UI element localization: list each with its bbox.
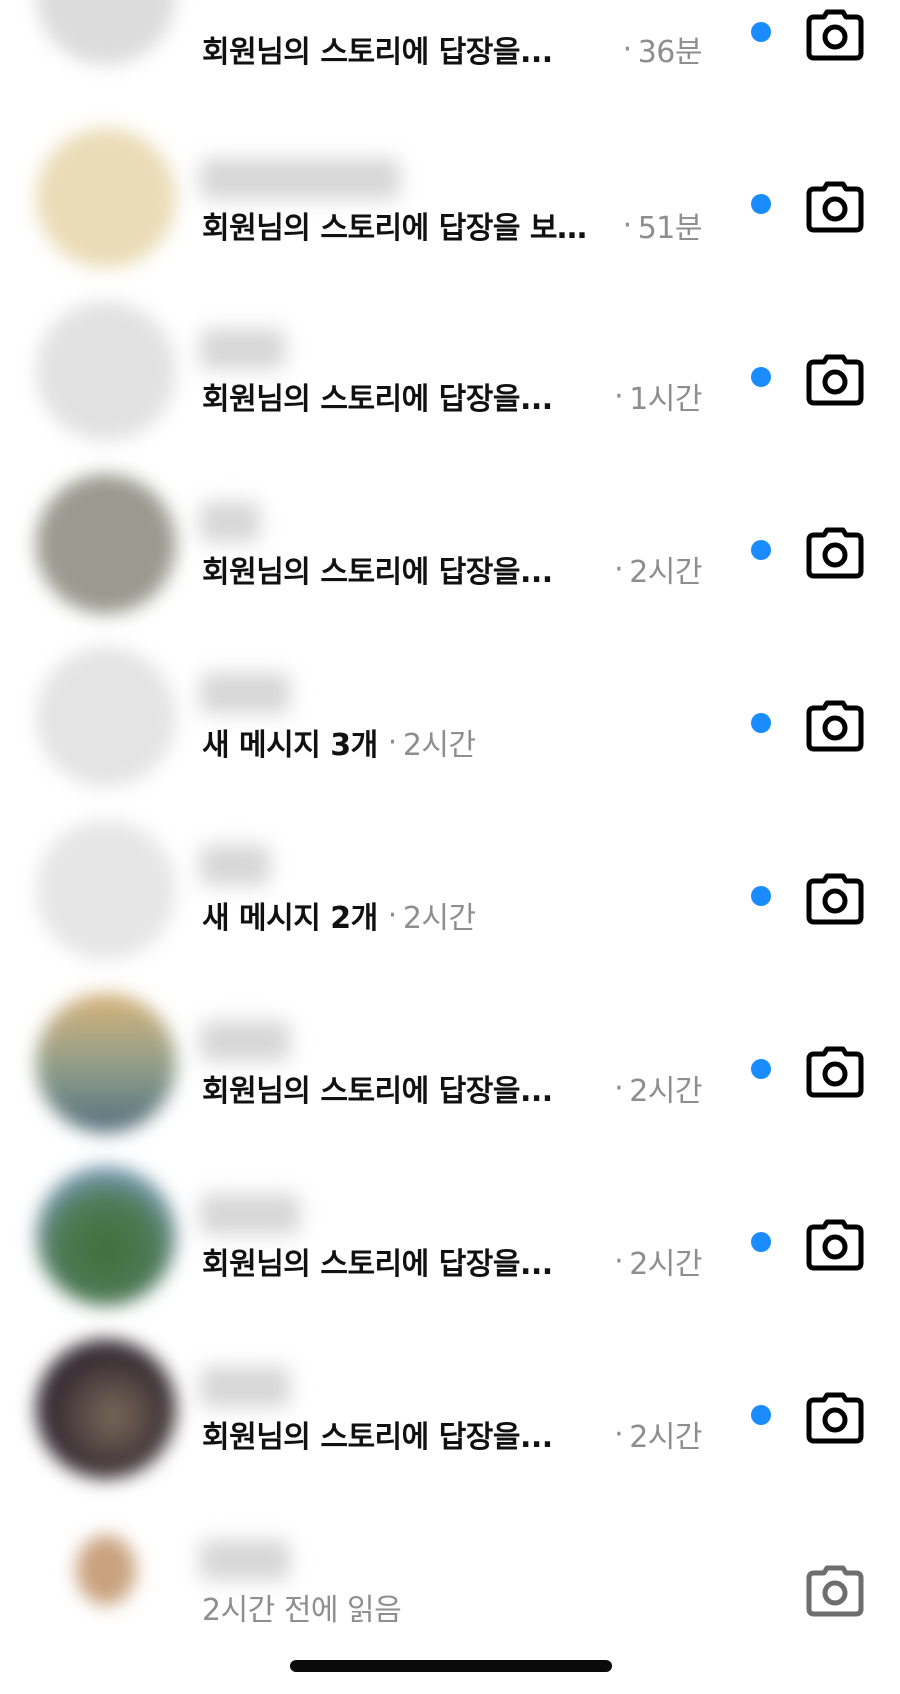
avatar[interactable] [36, 993, 176, 1133]
unread-dot [751, 886, 771, 906]
camera-icon[interactable] [806, 1392, 864, 1444]
message-preview: 새 메시지 3개 [202, 728, 378, 763]
camera-icon[interactable] [806, 873, 864, 925]
message-preview: 회원님의 스토리에 답장을... [202, 555, 553, 590]
message-preview-line: 회원님의 스토리에 답장을... · 2시간 [202, 1063, 702, 1113]
message-preview-line: 회원님의 스토리에 답장을... · 2시간 [202, 544, 702, 594]
unread-dot [751, 540, 771, 560]
message-preview: 회원님의 스토리에 답장을... [202, 1247, 553, 1282]
unread-dot [751, 1405, 771, 1425]
avatar[interactable] [76, 1535, 136, 1605]
message-preview: 회원님의 스토리에 답장을... [202, 382, 553, 417]
camera-icon[interactable] [806, 181, 864, 233]
avatar[interactable] [36, 474, 176, 614]
username-blurred [200, 1194, 300, 1234]
unread-dot [751, 1059, 771, 1079]
conversation-list: 회원님의 스토리에 답장을... · 36분 회원님의 스토리에 답장을 보… ·… [0, 0, 900, 1694]
avatar[interactable] [36, 820, 176, 960]
username-blurred [200, 673, 290, 713]
camera-icon[interactable] [806, 354, 864, 406]
separator: · [614, 551, 624, 587]
timestamp: 36분 [637, 35, 703, 70]
separator: · [622, 207, 633, 243]
username-blurred [200, 502, 260, 542]
avatar[interactable] [36, 1339, 176, 1479]
conversation-row[interactable]: 새 메시지 2개 · 2시간 [0, 813, 900, 986]
avatar[interactable] [36, 647, 176, 787]
avatar[interactable] [36, 301, 176, 441]
separator: · [614, 1416, 624, 1452]
message-preview-line: 회원님의 스토리에 답장을... · 2시간 [202, 1409, 702, 1459]
separator: · [622, 31, 633, 67]
conversation-row[interactable]: 회원님의 스토리에 답장을... · 2시간 [0, 1159, 900, 1332]
separator: · [387, 724, 398, 760]
avatar[interactable] [36, 0, 176, 65]
timestamp: 2시간 [402, 728, 476, 763]
conversation-row[interactable]: 회원님의 스토리에 답장을... · 1시간 [0, 294, 900, 467]
conversation-row[interactable]: 회원님의 스토리에 답장을... · 2시간 [0, 1332, 900, 1505]
avatar[interactable] [36, 1166, 176, 1306]
message-preview: 회원님의 스토리에 답장을 보… [202, 211, 587, 246]
message-preview-line: 회원님의 스토리에 답장을... · 2시간 [202, 1236, 702, 1286]
unread-dot [751, 22, 771, 42]
message-preview: 회원님의 스토리에 답장을... [202, 1420, 553, 1455]
username-blurred [200, 159, 400, 199]
username-blurred [200, 845, 270, 885]
conversation-row[interactable]: 회원님의 스토리에 답장을... · 36분 [0, 0, 900, 84]
separator: · [387, 897, 398, 933]
camera-icon[interactable] [806, 9, 864, 61]
message-preview-line: 새 메시지 2개 · 2시간 [202, 890, 722, 940]
separator: · [614, 1070, 624, 1106]
separator: · [614, 378, 624, 414]
unread-dot [751, 713, 771, 733]
username-blurred [200, 1367, 290, 1407]
separator: · [614, 1243, 624, 1279]
timestamp: 2시간 [629, 1247, 702, 1282]
unread-dot [751, 194, 771, 214]
timestamp: 2시간 [402, 901, 476, 936]
camera-icon[interactable] [806, 1219, 864, 1271]
message-preview-line: 새 메시지 3개 · 2시간 [202, 717, 722, 767]
timestamp: 2시간 [629, 1074, 702, 1109]
camera-icon[interactable] [806, 700, 864, 752]
conversation-row[interactable]: 회원님의 스토리에 답장을... · 2시간 [0, 467, 900, 640]
timestamp: 2시간 [629, 555, 702, 590]
message-preview-line: 회원님의 스토리에 답장을... · 36분 [202, 24, 703, 74]
avatar[interactable] [36, 128, 176, 268]
unread-dot [751, 1232, 771, 1252]
conversation-row[interactable]: 회원님의 스토리에 답장을 보… · 51분 [0, 121, 900, 294]
username-blurred [200, 329, 285, 369]
home-indicator[interactable] [290, 1660, 612, 1672]
username-blurred [200, 1540, 290, 1580]
read-status: 2시간 전에 읽음 [202, 1593, 402, 1628]
message-preview: 회원님의 스토리에 답장을... [202, 1074, 553, 1109]
conversation-row[interactable]: 새 메시지 3개 · 2시간 [0, 640, 900, 813]
timestamp: 51분 [637, 211, 703, 246]
message-preview-line: 회원님의 스토리에 답장을... · 1시간 [202, 371, 702, 421]
timestamp: 1시간 [629, 382, 702, 417]
unread-dot [751, 367, 771, 387]
timestamp: 2시간 [629, 1420, 702, 1455]
conversation-row[interactable]: 2시간 전에 읽음 [0, 1505, 900, 1678]
camera-icon[interactable] [806, 527, 864, 579]
camera-icon[interactable] [806, 1046, 864, 1098]
username-blurred [200, 1021, 290, 1061]
camera-icon[interactable] [806, 1565, 864, 1617]
message-preview: 새 메시지 2개 [202, 901, 378, 936]
conversation-row[interactable]: 회원님의 스토리에 답장을... · 2시간 [0, 986, 900, 1159]
message-preview-line: 2시간 전에 읽음 [202, 1582, 722, 1632]
message-preview-line: 회원님의 스토리에 답장을 보… · 51분 [202, 200, 703, 250]
message-preview: 회원님의 스토리에 답장을... [202, 35, 553, 70]
